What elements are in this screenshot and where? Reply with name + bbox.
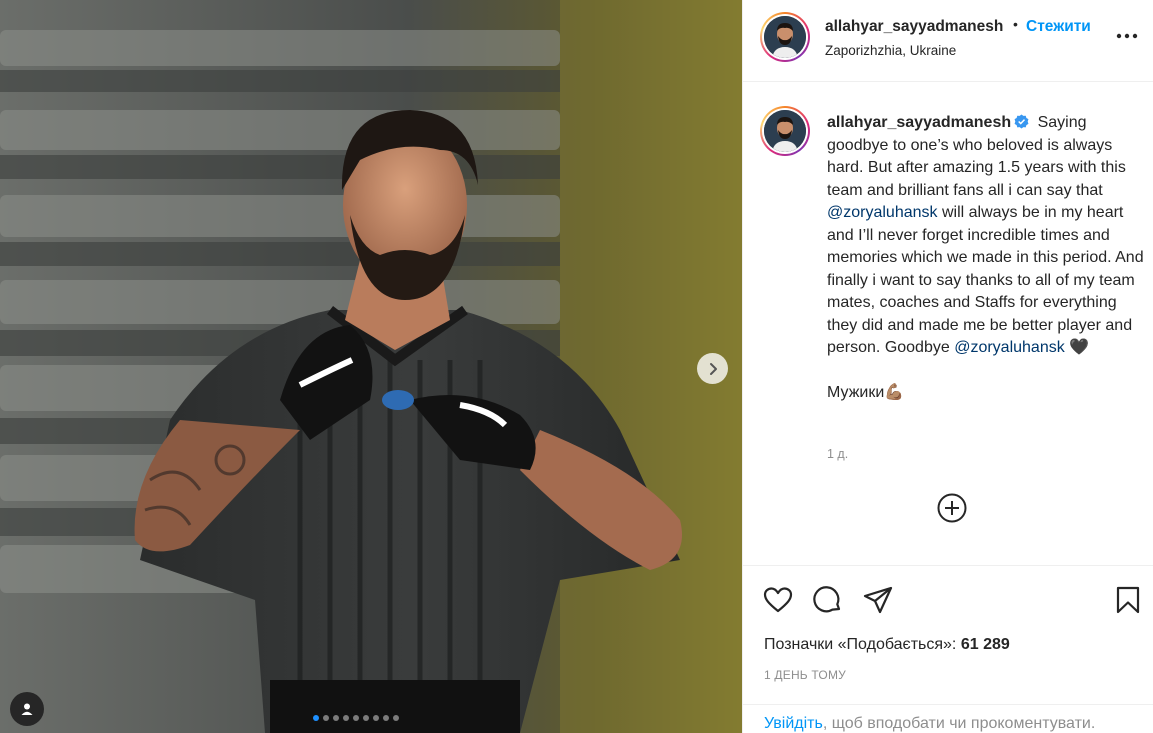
- comment-icon: [813, 586, 841, 613]
- mention-link-2[interactable]: @zoryaluhansk: [954, 339, 1065, 356]
- post-header: allahyar_sayyadmanesh • Стежити Zaporizh…: [743, 0, 1153, 82]
- share-icon: [863, 586, 893, 614]
- tagged-users-button[interactable]: [10, 692, 44, 726]
- mention-link[interactable]: @zoryaluhansk: [827, 204, 938, 221]
- caption-text: allahyar_sayyadmanesh Saying goodbye to …: [827, 112, 1145, 405]
- login-prompt: Увійдіть, щоб вподобати чи прокоментуват…: [743, 704, 1153, 733]
- login-link[interactable]: Увійдіть: [764, 715, 823, 732]
- heart-icon: [763, 587, 793, 613]
- header-username[interactable]: allahyar_sayyadmanesh: [825, 18, 1009, 36]
- save-button[interactable]: [1112, 584, 1144, 616]
- carousel-dot: [353, 715, 359, 721]
- share-button[interactable]: [862, 584, 894, 616]
- caption-line-2: Мужики: [827, 384, 885, 401]
- likes-count[interactable]: Позначки «Подобається»: 61 289: [764, 636, 1010, 654]
- carousel-dot: [343, 715, 349, 721]
- user-tag-icon: [21, 703, 33, 715]
- comment-button[interactable]: [812, 584, 844, 616]
- post-photo: [0, 0, 742, 733]
- add-comment-icon: [937, 493, 967, 523]
- carousel-dot: [323, 715, 329, 721]
- caption-part-2: will always be in my heart and I’ll neve…: [827, 204, 1144, 356]
- location-link[interactable]: Zaporizhzhia, Ukraine: [825, 43, 956, 58]
- next-arrow-icon: [709, 362, 717, 375]
- more-options-icon: [1116, 33, 1138, 39]
- carousel-dot: [393, 715, 399, 721]
- caption-section: allahyar_sayyadmanesh Saying goodbye to …: [743, 82, 1153, 566]
- black-heart-emoji: 🖤: [1069, 339, 1090, 356]
- follow-button[interactable]: Стежити: [1026, 18, 1091, 36]
- muscle-emoji: 💪🏽: [884, 384, 905, 401]
- carousel-dot: [363, 715, 369, 721]
- carousel-dot: [383, 715, 389, 721]
- likes-number: 61 289: [960, 636, 1010, 653]
- post-date: 1 ДЕНЬ ТОМУ: [764, 668, 846, 682]
- carousel-indicator: [313, 715, 399, 721]
- caption-timestamp: 1 д.: [827, 447, 849, 461]
- more-options-button[interactable]: [1115, 28, 1139, 44]
- carousel-next-button[interactable]: [697, 353, 728, 384]
- post-panel: allahyar_sayyadmanesh • Стежити Zaporizh…: [742, 0, 1153, 733]
- bookmark-icon: [1116, 586, 1140, 614]
- verified-badge-icon: [1014, 114, 1029, 129]
- caption-username[interactable]: allahyar_sayyadmanesh: [827, 114, 1011, 131]
- post-media[interactable]: [0, 0, 742, 733]
- carousel-dot: [313, 715, 319, 721]
- login-prompt-text: , щоб вподобати чи прокоментувати.: [822, 715, 1096, 732]
- avatar[interactable]: [760, 12, 810, 62]
- separator-dot: •: [1013, 16, 1018, 32]
- carousel-dot: [333, 715, 339, 721]
- add-comment-button[interactable]: [936, 492, 968, 524]
- like-button[interactable]: [762, 584, 794, 616]
- carousel-dot: [373, 715, 379, 721]
- likes-label: Позначки «Подобається»:: [764, 636, 957, 653]
- action-bar: [743, 566, 1153, 630]
- caption-avatar[interactable]: [760, 106, 810, 156]
